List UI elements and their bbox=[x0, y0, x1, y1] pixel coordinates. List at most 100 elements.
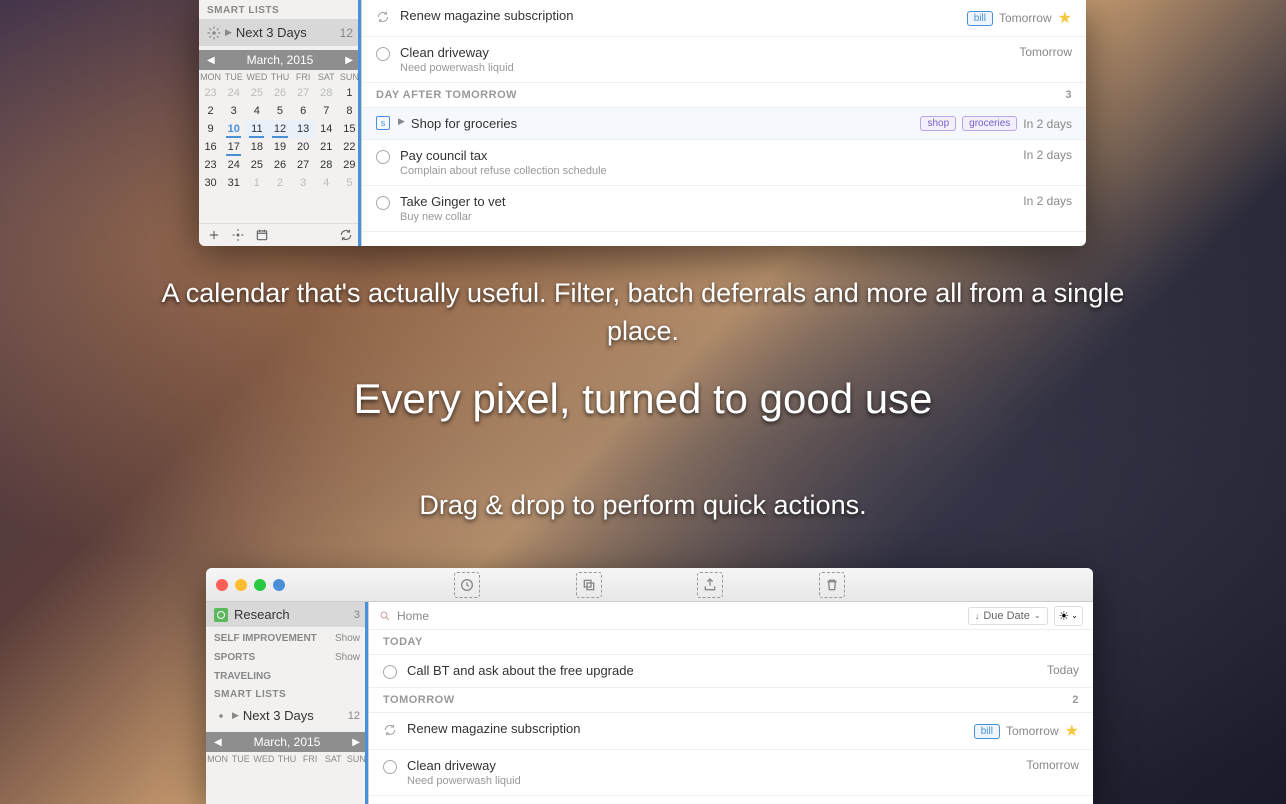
star-icon[interactable]: ★ bbox=[1065, 721, 1079, 741]
calendar-dayname: TUE bbox=[229, 752, 252, 766]
calendar-day[interactable]: 25 bbox=[245, 84, 268, 102]
calendar-day[interactable]: 4 bbox=[245, 102, 268, 120]
calendar-day[interactable]: 11 bbox=[245, 120, 268, 138]
delete-dropzone[interactable] bbox=[819, 572, 845, 598]
calendar-day[interactable]: 27 bbox=[292, 156, 315, 174]
checkbox[interactable] bbox=[376, 196, 390, 210]
calendar-day[interactable]: 2 bbox=[268, 174, 291, 192]
calendar-day[interactable]: 24 bbox=[222, 84, 245, 102]
calendar-day[interactable]: 18 bbox=[245, 138, 268, 156]
checkbox[interactable] bbox=[383, 665, 397, 679]
share-dropzone[interactable] bbox=[697, 572, 723, 598]
calendar-day[interactable]: 26 bbox=[268, 84, 291, 102]
tag-groceries[interactable]: groceries bbox=[962, 116, 1017, 131]
tag-shop[interactable]: shop bbox=[920, 116, 956, 131]
repeat-icon[interactable] bbox=[383, 723, 397, 737]
section-label: TOMORROW bbox=[383, 694, 455, 706]
calendar-day[interactable]: 24 bbox=[222, 156, 245, 174]
calendar-day[interactable]: 12 bbox=[268, 120, 291, 138]
calendar-day[interactable]: 1 bbox=[245, 174, 268, 192]
calendar-day[interactable]: 31 bbox=[222, 174, 245, 192]
calendar-day[interactable]: 10 bbox=[222, 120, 245, 138]
task-subtitle: Complain about refuse collection schedul… bbox=[400, 165, 1023, 177]
calendar-day[interactable]: 30 bbox=[199, 174, 222, 192]
display-options[interactable]: ☀⌄ bbox=[1054, 606, 1083, 626]
calendar-day[interactable]: 25 bbox=[245, 156, 268, 174]
category-show[interactable]: Show bbox=[335, 652, 360, 663]
refresh-icon[interactable] bbox=[339, 228, 353, 242]
promo-text-1: A calendar that's actually useful. Filte… bbox=[143, 275, 1143, 351]
plus-icon[interactable] bbox=[207, 228, 221, 242]
calendar-day[interactable]: 20 bbox=[292, 138, 315, 156]
sidebar-item-research[interactable]: Research 3 bbox=[206, 602, 368, 627]
calendar-icon[interactable] bbox=[255, 228, 269, 242]
calendar-dayname: FRI bbox=[299, 752, 322, 766]
calendar-day[interactable]: 14 bbox=[315, 120, 338, 138]
checkbox[interactable] bbox=[376, 150, 390, 164]
calendar-next-button[interactable]: ▶ bbox=[352, 737, 360, 748]
calendar-day[interactable]: 23 bbox=[199, 156, 222, 174]
calendar-day[interactable]: 5 bbox=[268, 102, 291, 120]
task-row[interactable]: Renew magazine subscriptionbillTomorrow★ bbox=[369, 713, 1093, 750]
task-row[interactable]: Take Ginger to vetBuy new collarIn 2 day… bbox=[362, 186, 1086, 232]
calendar-next-button[interactable]: ▶ bbox=[345, 55, 353, 66]
repeat-icon[interactable] bbox=[376, 10, 390, 24]
search-bar: Home ↓ Due Date ⌄ ☀⌄ bbox=[369, 602, 1093, 630]
calendar-day[interactable]: 1 bbox=[338, 84, 361, 102]
calendar-day[interactable]: 8 bbox=[338, 102, 361, 120]
breadcrumb[interactable]: Home bbox=[397, 609, 962, 623]
calendar-day[interactable]: 21 bbox=[315, 138, 338, 156]
calendar-prev-button[interactable]: ◀ bbox=[207, 55, 215, 66]
calendar-day[interactable]: 13 bbox=[292, 120, 315, 138]
calendar-day[interactable]: 23 bbox=[199, 84, 222, 102]
calendar-day[interactable]: 19 bbox=[268, 138, 291, 156]
checkbox[interactable] bbox=[376, 47, 390, 61]
checkbox[interactable] bbox=[383, 760, 397, 774]
calendar-day[interactable]: 27 bbox=[292, 84, 315, 102]
sidebar-category[interactable]: SELF IMPROVEMENTShow bbox=[206, 627, 368, 646]
defer-dropzone[interactable] bbox=[454, 572, 480, 598]
task-row[interactable]: Call BT and ask about the free upgradeTo… bbox=[369, 655, 1093, 688]
tag-bill[interactable]: bill bbox=[967, 11, 993, 26]
calendar-day[interactable]: 29 bbox=[338, 156, 361, 174]
calendar-day[interactable]: 7 bbox=[315, 102, 338, 120]
calendar-prev-button[interactable]: ◀ bbox=[214, 737, 222, 748]
sidebar-item-next3days[interactable]: ▶ Next 3 Days 12 bbox=[199, 19, 361, 46]
tag-bill[interactable]: bill bbox=[974, 724, 1000, 739]
calendar-title: March, 2015 bbox=[247, 53, 314, 67]
calendar-day[interactable]: 3 bbox=[222, 102, 245, 120]
calendar-day[interactable]: 28 bbox=[315, 156, 338, 174]
task-row[interactable]: s▶Shop for groceriesshopgroceriesIn 2 da… bbox=[362, 108, 1086, 140]
calendar-day[interactable]: 15 bbox=[338, 120, 361, 138]
move-dropzone[interactable] bbox=[576, 572, 602, 598]
calendar-day[interactable]: 22 bbox=[338, 138, 361, 156]
task-row[interactable]: Clean drivewayNeed powerwash liquidTomor… bbox=[362, 37, 1086, 83]
gear-icon bbox=[214, 709, 228, 723]
calendar-day[interactable]: 4 bbox=[315, 174, 338, 192]
calendar-day[interactable]: 2 bbox=[199, 102, 222, 120]
sidebar-category[interactable]: TRAVELING bbox=[206, 665, 368, 684]
section-count: 3 bbox=[1065, 89, 1072, 101]
sidebar-category[interactable]: SPORTSShow bbox=[206, 646, 368, 665]
calendar-day[interactable]: 9 bbox=[199, 120, 222, 138]
calendar-day[interactable]: 26 bbox=[268, 156, 291, 174]
sidebar: Research 3 SELF IMPROVEMENTShowSPORTSSho… bbox=[206, 602, 369, 804]
task-row[interactable]: Renew magazine subscriptionbillTomorrow★ bbox=[362, 0, 1086, 37]
calendar-day[interactable]: 16 bbox=[199, 138, 222, 156]
expand-icon[interactable]: ▶ bbox=[398, 116, 405, 127]
task-row[interactable]: Pay council taxComplain about refuse col… bbox=[362, 140, 1086, 186]
search-icon bbox=[379, 610, 391, 622]
task-due: Tomorrow bbox=[1006, 724, 1059, 738]
calendar-day[interactable]: 6 bbox=[292, 102, 315, 120]
calendar-day[interactable]: 5 bbox=[338, 174, 361, 192]
task-body: Clean drivewayNeed powerwash liquid bbox=[400, 45, 1019, 74]
task-row[interactable]: Clean drivewayNeed powerwash liquidTomor… bbox=[369, 750, 1093, 796]
calendar-day[interactable]: 28 bbox=[315, 84, 338, 102]
gear-dropdown-icon[interactable] bbox=[231, 228, 245, 242]
sort-dropdown[interactable]: ↓ Due Date ⌄ bbox=[968, 607, 1048, 625]
calendar-day[interactable]: 17 bbox=[222, 138, 245, 156]
category-show[interactable]: Show bbox=[335, 633, 360, 644]
calendar-day[interactable]: 3 bbox=[292, 174, 315, 192]
sidebar-item-next3days[interactable]: ▶ Next 3 Days 12 bbox=[206, 703, 368, 728]
star-icon[interactable]: ★ bbox=[1058, 8, 1072, 28]
